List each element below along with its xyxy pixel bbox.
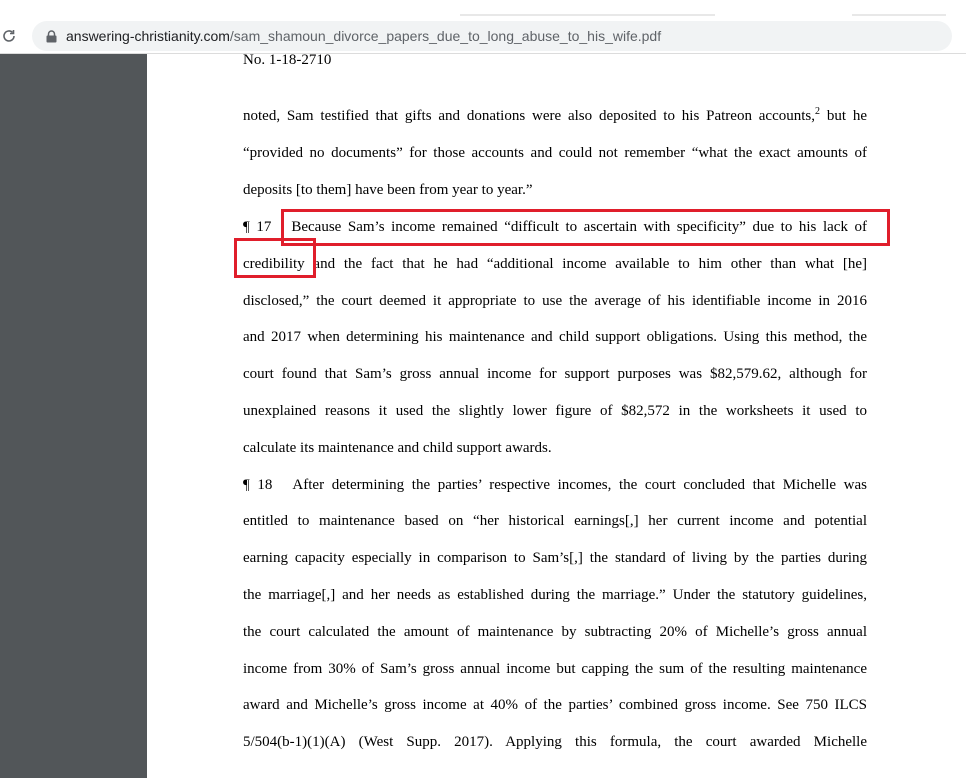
text-line: award and Michelle’s gross income at 40%… bbox=[243, 697, 867, 713]
text-line: deposits [to them] have been from year t… bbox=[243, 182, 533, 198]
text-line: ¶ 18 After determining the parties’ respe… bbox=[243, 477, 867, 493]
text-line: calculate its maintenance and child supp… bbox=[243, 440, 552, 456]
tab-strip bbox=[0, 0, 966, 18]
address-bar[interactable]: answering-christianity.com/sam_shamoun_d… bbox=[32, 21, 952, 51]
highlight-box bbox=[281, 209, 890, 246]
tab-divider bbox=[852, 14, 946, 16]
highlight-box bbox=[234, 238, 316, 278]
text-line: income from 30% of Sam’s gross annual in… bbox=[243, 661, 867, 677]
url-text[interactable]: answering-christianity.com/sam_shamoun_d… bbox=[66, 28, 661, 44]
paragraph-mark: ¶ 17 bbox=[243, 219, 272, 235]
text-line: the court calculated the amount of maint… bbox=[243, 624, 867, 640]
lock-icon[interactable] bbox=[44, 29, 58, 43]
pdf-page: No. 1-18-2710 noted, Sam testified that … bbox=[147, 54, 966, 778]
text-line: and 2017 when determining his maintenanc… bbox=[243, 329, 867, 345]
text-line: 5/504(b-1)(1)(A) (West Supp. 2017). Appl… bbox=[243, 734, 867, 750]
browser-toolbar: answering-christianity.com/sam_shamoun_d… bbox=[0, 18, 966, 54]
text-line: unexplained reasons it used the slightly… bbox=[243, 403, 867, 419]
text-line: the marriage[,] and her needs as establi… bbox=[243, 587, 867, 603]
text-line: “provided no documents” for those accoun… bbox=[243, 145, 867, 161]
text-line: entitled to maintenance based on “her hi… bbox=[243, 513, 867, 529]
text-line: court found that Sam’s gross annual inco… bbox=[243, 366, 867, 382]
tab-divider bbox=[460, 14, 715, 16]
reload-icon[interactable] bbox=[0, 25, 18, 47]
text-line: credibility and the fact that he had “ad… bbox=[243, 256, 867, 272]
pdf-viewer: No. 1-18-2710 noted, Sam testified that … bbox=[0, 54, 966, 778]
pdf-sidebar bbox=[0, 54, 147, 778]
text-line: noted, Sam testified that gifts and dona… bbox=[243, 106, 867, 125]
paragraph-mark: ¶ 18 bbox=[243, 477, 273, 493]
case-number: No. 1-18-2710 bbox=[243, 54, 332, 68]
text-line: earning capacity especially in compariso… bbox=[243, 550, 867, 566]
text-line: disclosed,” the court deemed it appropri… bbox=[243, 293, 867, 309]
